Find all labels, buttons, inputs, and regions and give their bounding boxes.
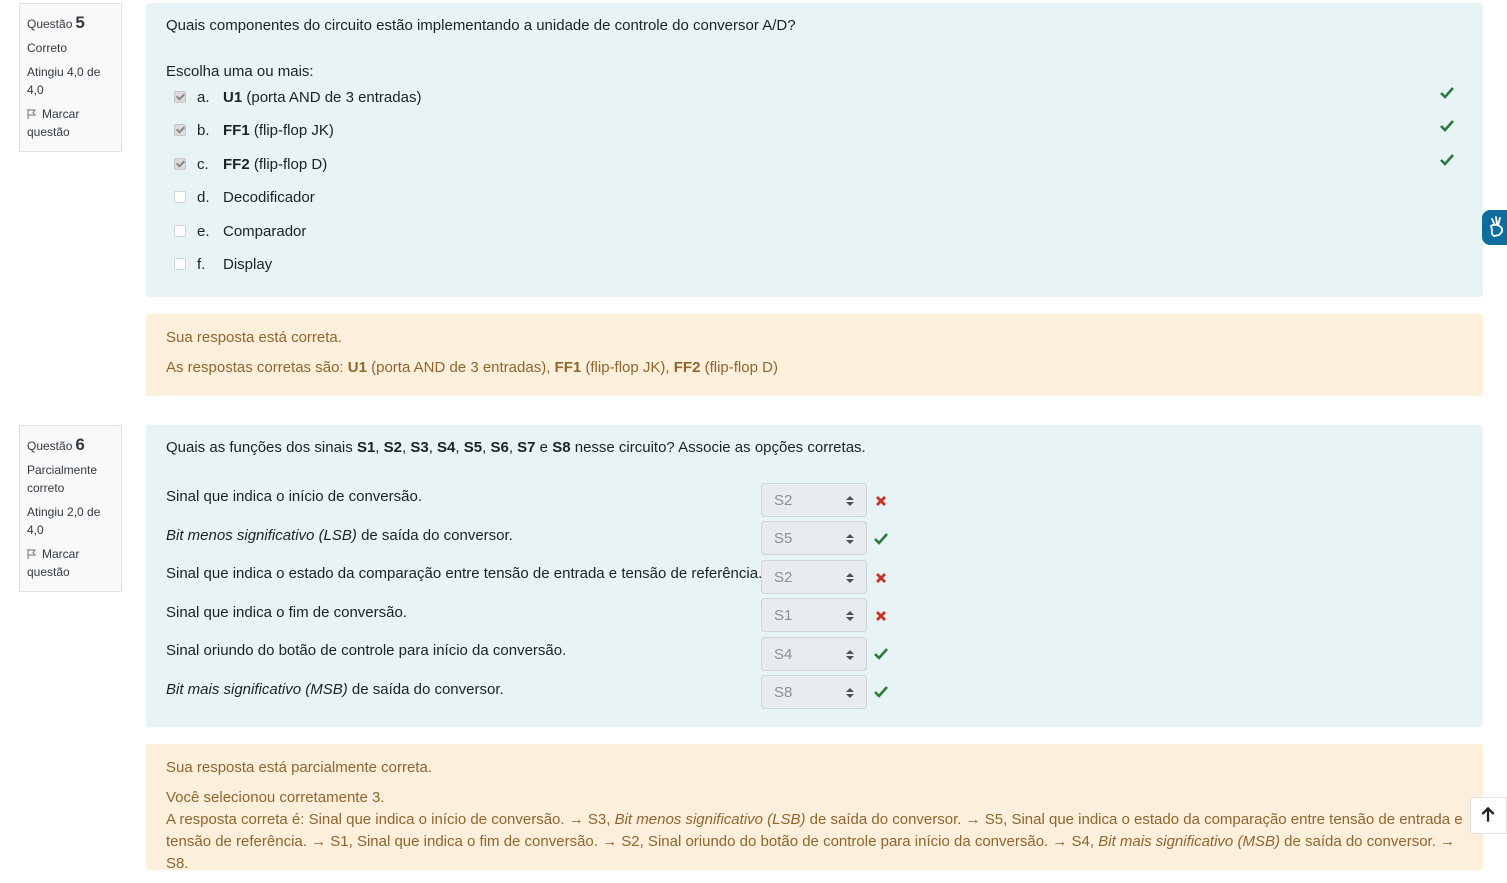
flag-icon [27,549,37,559]
checkbox[interactable] [174,124,186,136]
choice-d[interactable]: d. Decodificador [174,187,315,207]
choice-f[interactable]: f. Display [174,254,272,274]
check-icon [1440,87,1454,99]
question-feedback-5: Sua resposta está correta. As respostas … [146,314,1483,396]
feedback-right-answer: A resposta correta é: Sinal que indica o… [166,811,1463,872]
choice-c[interactable]: c. FF2 (flip-flop D) [174,154,327,174]
match-select[interactable]: S8 [761,675,867,709]
match-row-label: Bit menos significativo (LSB) de saída d… [166,527,513,544]
flag-icon [27,109,37,119]
checkbox[interactable] [174,191,186,203]
question-formulation-5: Quais componentes do circuito estão impl… [146,3,1483,297]
back-to-top-button[interactable] [1470,797,1507,834]
select-arrows-icon [846,496,854,506]
match-select[interactable]: S1 [761,598,867,632]
question-number: Questão 5 [27,13,85,32]
choice-prompt: Escolha uma ou mais: [166,63,314,80]
checkbox[interactable] [174,258,186,270]
question-state: Parcialmente correto [27,463,98,495]
choice-e[interactable]: e. Comparador [174,221,306,241]
match-row-label: Sinal oriundo do botão de controle para … [166,642,567,659]
check-icon [874,648,888,660]
choice-b[interactable]: b. FF1 (flip-flop JK) [174,120,334,140]
sign-language-icon [1489,216,1504,237]
match-row-label: Bit mais significativo (MSB) de saída do… [166,681,504,698]
question-text: Quais as funções dos sinais S1, S2, S3, … [166,439,866,456]
arrow-up-icon [1481,806,1495,822]
feedback-status: Sua resposta está parcialmente correta. [166,759,432,776]
select-arrows-icon [846,534,854,544]
check-icon [874,686,888,698]
question-info-6: Questão 6 Parcialmente correto Atingiu 2,… [19,425,122,592]
match-select[interactable]: S4 [761,637,867,671]
select-arrows-icon [846,688,854,698]
feedback-status: Sua resposta está correta. [166,329,342,346]
check-icon [1440,154,1454,166]
match-select[interactable]: S2 [761,483,867,517]
select-arrows-icon [846,611,854,621]
select-arrows-icon [846,573,854,583]
question-formulation-6: Quais as funções dos sinais S1, S2, S3, … [146,425,1483,727]
match-select[interactable]: S2 [761,560,867,594]
select-arrows-icon [846,650,854,660]
match-row-label: Sinal que indica o início de conversão. [166,488,422,505]
flag-question-link[interactable]: Marcar questão [27,105,107,141]
check-icon [1440,120,1454,132]
choice-a[interactable]: a. U1 (porta AND de 3 entradas) [174,87,421,107]
checkbox[interactable] [174,91,186,103]
question-text: Quais componentes do circuito estão impl… [166,17,796,34]
match-select[interactable]: S5 [761,521,867,555]
x-icon [876,611,886,621]
match-row-label: Sinal que indica o fim de conversão. [166,604,407,621]
question-grade: Atingiu 4,0 de 4,0 [27,65,101,97]
match-row-label: Sinal que indica o estado da comparação … [166,565,763,582]
accessibility-button[interactable] [1482,210,1507,245]
check-icon [874,533,888,545]
flag-question-link[interactable]: Marcar questão [27,545,107,581]
x-icon [876,573,886,583]
checkbox[interactable] [174,225,186,237]
question-number: Questão 6 [27,435,85,454]
checkbox[interactable] [174,158,186,170]
question-info-5: Questão 5 Correto Atingiu 4,0 de 4,0 Marc… [19,3,122,152]
question-feedback-6: Sua resposta está parcialmente correta. … [146,744,1483,872]
feedback-right-answer: As respostas corretas são: U1 (porta AND… [166,359,778,376]
question-grade: Atingiu 2,0 de 4,0 [27,505,101,537]
feedback-num-correct: Você selecionou corretamente 3. [166,789,385,806]
x-icon [876,496,886,506]
question-state: Correto [27,41,68,55]
